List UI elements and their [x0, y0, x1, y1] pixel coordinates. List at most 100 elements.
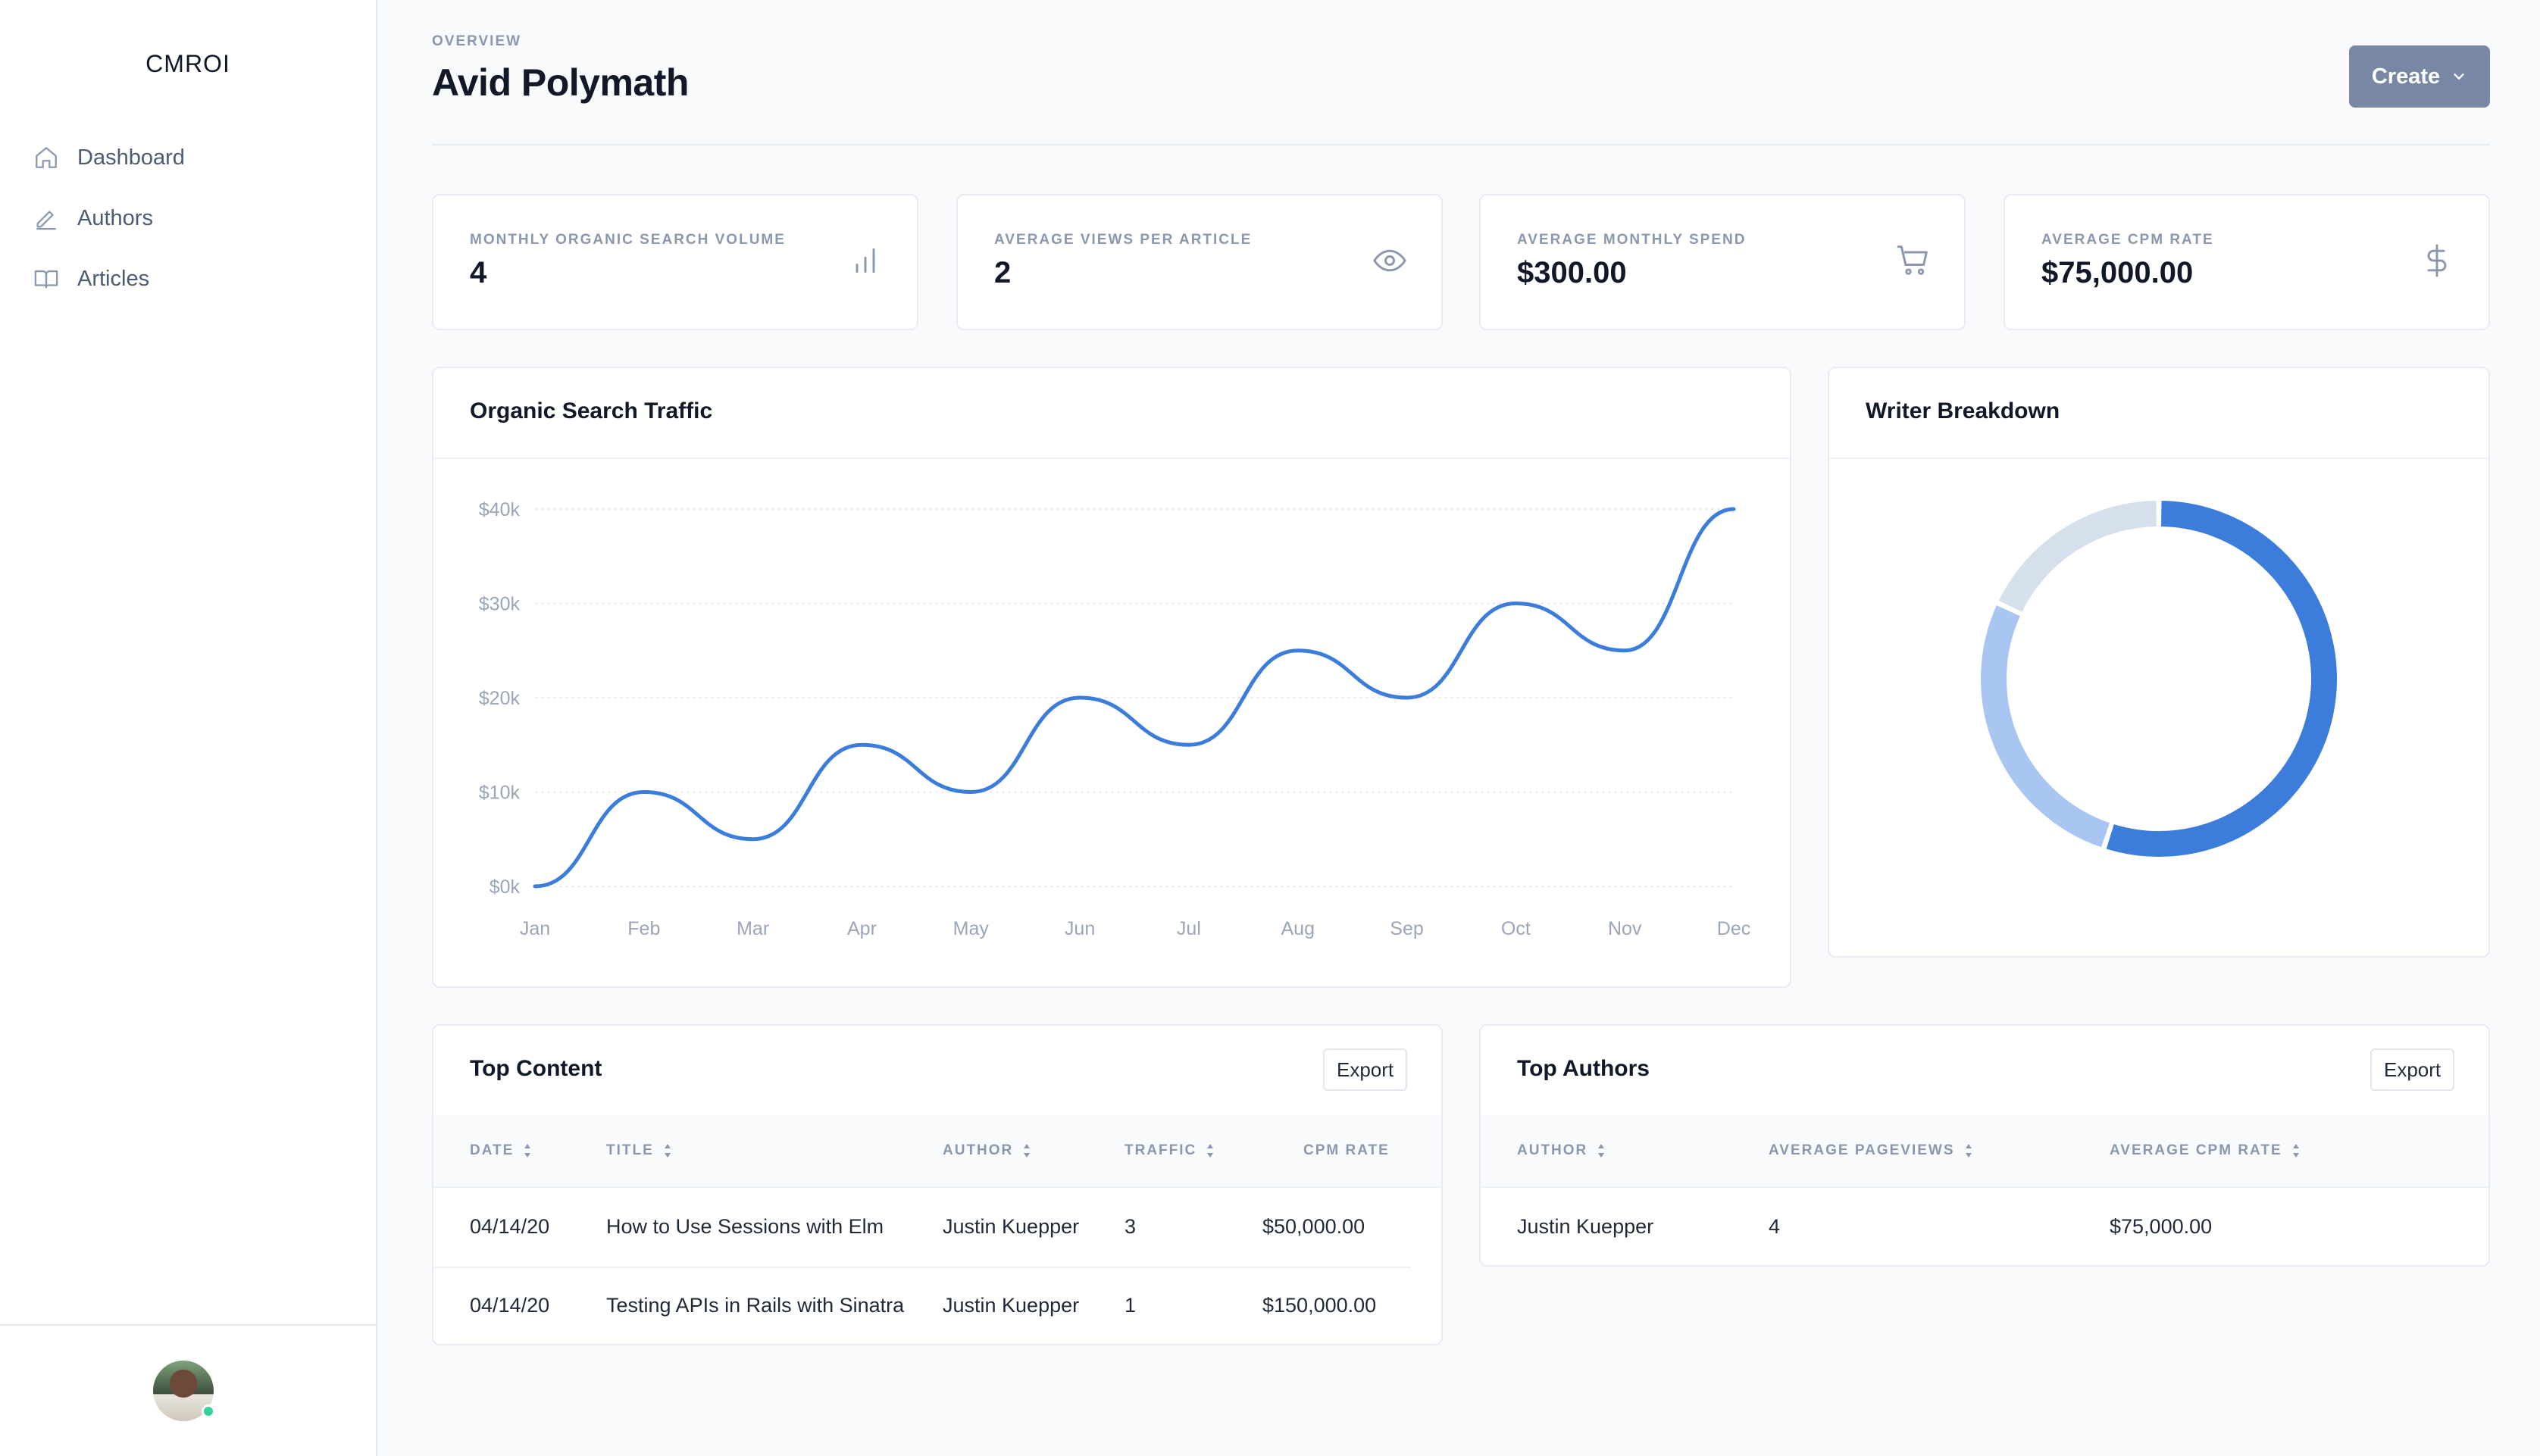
- cell-date: 04/14/20: [470, 1294, 550, 1317]
- export-button[interactable]: Export: [1323, 1048, 1408, 1091]
- cell-cpm-rate: $150,000.00: [1262, 1294, 1377, 1317]
- page-eyebrow: OVERVIEW: [432, 33, 522, 49]
- card-title: Top Authors: [1517, 1056, 1650, 1081]
- sidebar-item-label: Dashboard: [77, 145, 185, 170]
- stat-card-spend: Average Monthly Spend $300.00: [1479, 194, 1966, 330]
- organic-search-traffic-card: Organic Search Traffic $0k $10k $20k $30k $4…: [432, 367, 1791, 988]
- header-divider: [432, 144, 2490, 145]
- line-chart: $0k $10k $20k $30k $40k Jan Feb Mar Apr May Jun Jul…: [479, 499, 1750, 939]
- stat-value: $75,000.00: [2041, 256, 2194, 289]
- sort-icon: [1207, 1144, 1214, 1158]
- data-point[interactable]: [749, 835, 758, 844]
- sidebar-nav: Dashboard Authors Articles: [33, 127, 185, 309]
- sort-icon: [524, 1144, 531, 1158]
- eye-icon: [1373, 249, 1406, 272]
- row-divider: [433, 1267, 1411, 1268]
- cell-average-pageviews: 4: [1769, 1215, 1781, 1238]
- data-point[interactable]: [1184, 740, 1193, 749]
- dollar-icon: [2427, 244, 2447, 277]
- column-header-author[interactable]: AUTHOR: [1517, 1142, 1606, 1159]
- cell-cpm-rate: $50,000.00: [1262, 1215, 1365, 1238]
- stat-label: Average CPM Rate: [2041, 232, 2214, 248]
- stat-value: 4: [470, 256, 487, 289]
- donut-slice[interactable]: [1981, 605, 2110, 848]
- x-tick-label: Jun: [1065, 918, 1095, 939]
- book-icon: [34, 270, 58, 289]
- data-point[interactable]: [1511, 599, 1520, 608]
- pencil-icon: [36, 211, 56, 230]
- stat-value: $300.00: [1517, 256, 1627, 289]
- sidebar-item-label: Authors: [77, 205, 153, 230]
- x-tick-label: Mar: [737, 918, 769, 939]
- sidebar-footer: [0, 1324, 376, 1456]
- sort-icon: [1598, 1144, 1605, 1158]
- sidebar: CMROI Dashboard Authors Articles: [0, 0, 377, 1456]
- y-tick-label: $10k: [479, 783, 521, 804]
- avatar[interactable]: [153, 1361, 215, 1421]
- stat-label: Average Monthly Spend: [1517, 232, 1747, 248]
- cell-average-cpm-rate: $75,000.00: [2110, 1215, 2213, 1238]
- data-point[interactable]: [1729, 505, 1738, 514]
- x-tick-label: Sep: [1390, 918, 1423, 939]
- data-point[interactable]: [966, 788, 975, 797]
- stat-card-search-volume: Monthly Organic Search Volume 4: [432, 194, 918, 330]
- x-tick-label: Dec: [1717, 918, 1750, 939]
- export-button[interactable]: Export: [2370, 1048, 2455, 1091]
- top-authors-card: Top Authors Export AUTHOR AVERAGE PAGEVI…: [1479, 1024, 2490, 1267]
- x-tick-label: Feb: [627, 918, 660, 939]
- table-header: DATE TITLE AUTHOR TRAFFIC CPM RATE: [433, 1115, 1441, 1188]
- cell-author: Justin Kuepper: [943, 1294, 1080, 1317]
- online-status-indicator: [202, 1404, 215, 1418]
- y-tick-label: $0k: [490, 876, 521, 898]
- sidebar-item-label: Articles: [77, 266, 150, 291]
- brand-logo[interactable]: CMROI: [0, 50, 376, 78]
- column-header-date[interactable]: DATE: [470, 1142, 532, 1159]
- cart-icon: [1897, 245, 1928, 275]
- stat-label: Average Views Per Article: [994, 232, 1253, 248]
- y-tick-label: $20k: [479, 688, 521, 709]
- data-point[interactable]: [1620, 646, 1629, 655]
- y-tick-label: $40k: [479, 499, 521, 520]
- sidebar-item-articles[interactable]: Articles: [33, 248, 185, 309]
- home-icon: [36, 147, 57, 168]
- column-header-average-pageviews[interactable]: AVERAGE PAGEVIEWS: [1769, 1142, 1973, 1159]
- x-tick-label: May: [953, 918, 990, 939]
- donut-chart: [1981, 501, 2337, 857]
- cell-author: Justin Kuepper: [943, 1215, 1080, 1238]
- y-tick-label: $30k: [479, 594, 521, 615]
- bar-chart-icon: [856, 248, 875, 273]
- x-tick-label: Aug: [1281, 918, 1314, 939]
- column-header-cpm-rate[interactable]: CPM RATE: [1303, 1142, 1390, 1159]
- stat-value: 2: [994, 256, 1012, 289]
- x-tick-label: Nov: [1608, 918, 1642, 939]
- sort-icon: [1965, 1144, 1972, 1158]
- data-point[interactable]: [857, 740, 866, 749]
- data-point[interactable]: [1403, 693, 1412, 702]
- sort-icon: [664, 1144, 671, 1158]
- top-content-card: Top Content Export DATE TITLE AUTHOR TRA…: [432, 1024, 1443, 1345]
- data-point[interactable]: [1293, 646, 1303, 655]
- data-point[interactable]: [1075, 693, 1084, 702]
- data-point[interactable]: [530, 882, 540, 891]
- stat-card-views: Average Views Per Article 2: [956, 194, 1443, 330]
- page-title: Avid Polymath: [432, 61, 689, 104]
- cell-traffic: 1: [1125, 1294, 1137, 1317]
- donut-slice[interactable]: [1998, 501, 2157, 612]
- stat-label: Monthly Organic Search Volume: [470, 232, 786, 248]
- sidebar-item-dashboard[interactable]: Dashboard: [33, 127, 185, 188]
- column-header-author[interactable]: AUTHOR: [943, 1142, 1031, 1159]
- cell-title[interactable]: Testing APIs in Rails with Sinatra: [606, 1294, 904, 1317]
- cell-title[interactable]: How to Use Sessions with Elm: [606, 1215, 884, 1239]
- column-header-traffic[interactable]: TRAFFIC: [1125, 1142, 1215, 1159]
- column-header-average-cpm-rate[interactable]: AVERAGE CPM RATE: [2110, 1142, 2301, 1159]
- donut-slice[interactable]: [2106, 501, 2337, 857]
- x-tick-label: Jan: [520, 918, 550, 939]
- create-button[interactable]: Create: [2349, 45, 2490, 108]
- cell-author: Justin Kuepper: [1517, 1215, 1654, 1238]
- sidebar-item-authors[interactable]: Authors: [33, 188, 185, 248]
- column-header-title[interactable]: TITLE: [606, 1142, 672, 1159]
- cell-traffic: 3: [1125, 1215, 1137, 1238]
- sort-icon: [2292, 1144, 2299, 1158]
- x-tick-label: Apr: [847, 918, 877, 939]
- data-point[interactable]: [640, 788, 649, 797]
